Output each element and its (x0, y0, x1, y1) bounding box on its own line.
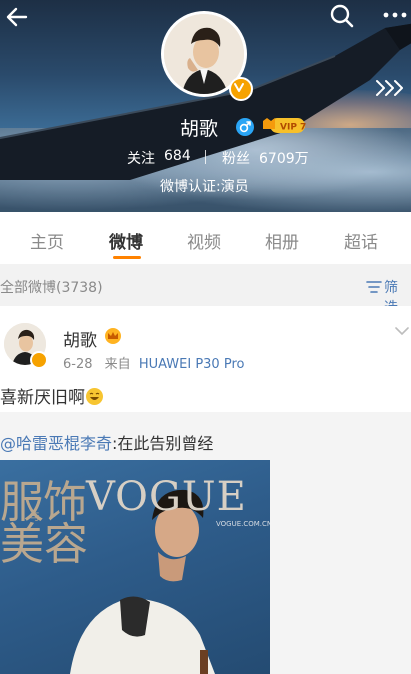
vip-badge[interactable]: VIP 7 (262, 117, 306, 134)
post-meta: 6-28 来自 HUAWEI P30 Pro (63, 353, 244, 372)
profile-tabs: 主页 微博 视频 相册 超话 (0, 212, 411, 264)
post-text-content: 喜新厌旧啊 (0, 388, 85, 408)
filter-bar: 全部微博(3738) 筛选 (0, 266, 411, 316)
tab-album[interactable]: 相册 (265, 228, 299, 253)
follow-label[interactable]: 关注 (127, 148, 155, 168)
chevron-down-icon[interactable] (395, 326, 409, 336)
tab-super-topic[interactable]: 超话 (344, 228, 378, 253)
weibo-count: 全部微博(3738) (0, 280, 103, 296)
crown-icon (105, 328, 121, 344)
cover-title-cn-2: 美容 (0, 519, 88, 570)
cover-subtitle: VOGUE.COM.CN (216, 520, 270, 528)
tab-video[interactable]: 视频 (187, 228, 221, 253)
more-options-icon[interactable] (382, 8, 408, 22)
follow-count[interactable]: 684 (164, 148, 191, 164)
post-verified-badge-icon (30, 351, 48, 369)
tab-home[interactable]: 主页 (30, 228, 64, 253)
search-icon[interactable] (330, 4, 354, 28)
profile-header: 胡歌 VIP 7 关注 684 粉丝 6709万 微博认证:演员 (0, 0, 411, 212)
post-source[interactable]: HUAWEI P30 Pro (139, 357, 245, 372)
fans-label[interactable]: 粉丝 (222, 148, 250, 168)
active-tab-indicator (113, 256, 141, 259)
weibo-post: 胡歌 6-28 来自 HUAWEI P30 Pro 喜新厌旧啊 @哈雷恶棍李奇:… (0, 306, 411, 674)
post-source-prefix: 来自 (104, 357, 131, 372)
profile-name: 胡歌 (180, 118, 219, 140)
repost-body: :在此告别曾经 (112, 434, 214, 453)
profile-stats: 关注 684 粉丝 6709万 (0, 148, 411, 168)
verification-text: 微博认证:演员 (160, 179, 249, 195)
cover-small-char: 与 (30, 512, 40, 523)
back-arrow-icon[interactable] (6, 6, 28, 28)
repost-text: @哈雷恶棍李奇:在此告别曾经 (0, 430, 213, 454)
repost-mention-link[interactable]: @哈雷恶棍李奇 (0, 434, 112, 453)
tab-weibo[interactable]: 微博 (109, 228, 143, 253)
post-author-name[interactable]: 胡歌 (63, 326, 97, 351)
chevrons-right-icon[interactable] (374, 78, 406, 98)
male-icon (236, 118, 254, 136)
stats-divider (205, 150, 206, 164)
cover-title-latin: VOGUE (86, 474, 247, 520)
laughing-emoji-icon (86, 388, 103, 405)
post-date: 6-28 (63, 357, 93, 372)
post-text: 喜新厌旧啊 (0, 383, 103, 408)
filter-icon[interactable] (366, 280, 382, 294)
repost-image-vogue-cover[interactable]: 服饰 美容 VOGUE 与 VOGUE.COM.CN (0, 460, 270, 674)
reposted-content[interactable]: @哈雷恶棍李奇:在此告别曾经 服饰 美容 VOGUE 与 VOGUE.COM.C… (0, 412, 411, 674)
verified-badge-icon (229, 77, 253, 101)
fans-count[interactable]: 6709万 (259, 148, 309, 168)
vip-label: VIP 7 (280, 122, 306, 132)
